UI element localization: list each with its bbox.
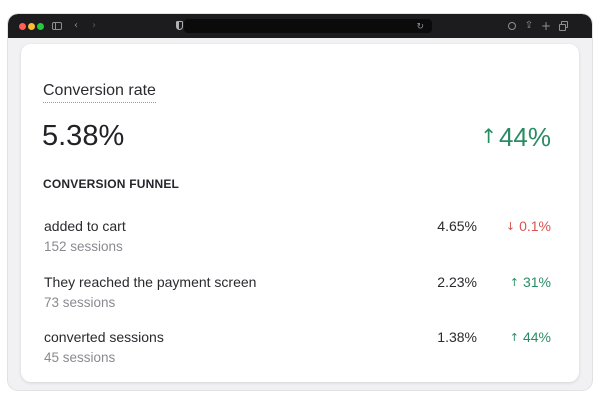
chevron-left-icon[interactable]: ‹ — [70, 17, 82, 35]
funnel-step-change: ↓ 0.1% — [506, 218, 551, 235]
funnel-step-percent: 4.65% — [437, 218, 477, 234]
metric-change: ↑44% — [480, 120, 551, 153]
funnel-row: converted sessions 45 sessions 1.38% ↑ 44… — [21, 329, 579, 373]
minimize-window-button[interactable] — [28, 23, 35, 30]
download-icon[interactable] — [505, 17, 519, 35]
browser-window: ‹ › ↻ ⇪ + Conversion rate 5.38% ↑44% CON… — [8, 14, 592, 390]
plus-icon[interactable]: + — [539, 17, 553, 35]
metric-title[interactable]: Conversion rate — [43, 82, 156, 103]
funnel-row: added to cart 152 sessions 4.65% ↓ 0.1% — [21, 218, 579, 262]
funnel-step-change-value: 0.1% — [519, 218, 551, 234]
funnel-heading: CONVERSION FUNNEL — [43, 177, 180, 191]
funnel-step-change-value: 44% — [522, 329, 551, 345]
conversion-card: Conversion rate 5.38% ↑44% CONVERSION FU… — [21, 44, 579, 382]
arrow-down-icon: ↓ — [505, 220, 516, 233]
arrow-up-icon: ↑ — [509, 331, 519, 344]
funnel-step-sessions: 152 sessions — [44, 239, 123, 254]
funnel-step-percent: 2.23% — [437, 274, 477, 290]
sidebar-icon[interactable] — [50, 17, 64, 35]
metric-change-value: 44% — [498, 122, 551, 152]
reload-icon[interactable]: ↻ — [416, 19, 424, 33]
funnel-step-name: They reached the payment screen — [44, 274, 257, 290]
funnel-step-name: converted sessions — [44, 329, 164, 345]
metric-value: 5.38% — [42, 120, 125, 152]
arrow-up-icon: ↑ — [480, 124, 497, 148]
funnel-step-change-value: 31% — [522, 274, 551, 290]
funnel-row: They reached the payment screen 73 sessi… — [21, 274, 579, 318]
share-icon[interactable]: ⇪ — [522, 17, 536, 35]
browser-titlebar: ‹ › ↻ ⇪ + — [8, 14, 592, 38]
funnel-step-percent: 1.38% — [437, 329, 477, 345]
funnel-step-change: ↑ 31% — [510, 274, 551, 291]
funnel-step-name: added to cart — [44, 218, 126, 234]
funnel-step-sessions: 73 sessions — [44, 295, 116, 310]
tab-overview-icon[interactable] — [556, 17, 570, 35]
arrow-up-icon: ↑ — [509, 276, 519, 289]
chevron-right-icon[interactable]: › — [88, 17, 100, 35]
funnel-step-sessions: 45 sessions — [44, 350, 116, 365]
close-window-button[interactable] — [19, 23, 26, 30]
maximize-window-button[interactable] — [37, 23, 44, 30]
funnel-step-change: ↑ 44% — [510, 329, 551, 346]
address-bar[interactable]: ↻ — [184, 19, 432, 33]
